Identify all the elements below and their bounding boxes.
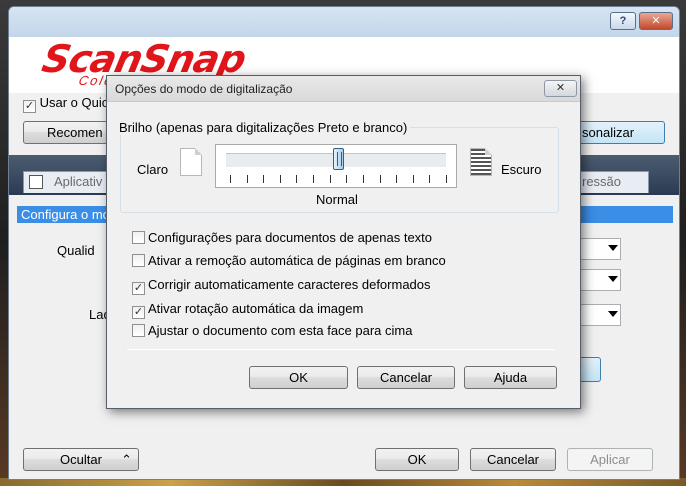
option-text-only[interactable]: Configurações para documentos de apenas … <box>132 230 432 246</box>
option-face-up-label: Ajustar o documento com esta face para c… <box>148 323 413 338</box>
option-face-up-checkbox[interactable] <box>132 324 145 337</box>
slider-tick <box>246 175 248 183</box>
dialog-ok-button[interactable]: OK <box>249 366 348 389</box>
brightness-value-label: Normal <box>316 192 358 207</box>
quality-select[interactable] <box>579 238 621 260</box>
dialog-separator <box>127 349 555 350</box>
slider-tick <box>446 175 447 183</box>
customize-button[interactable]: sonalizar <box>577 121 665 144</box>
slider-tick <box>346 175 348 183</box>
option-auto-rotation[interactable]: ✓ Ativar rotação automática da imagem <box>132 301 364 319</box>
option-auto-rotation-checkbox[interactable]: ✓ <box>132 306 145 319</box>
chevron-down-icon <box>608 311 618 317</box>
option-button[interactable] <box>579 357 601 382</box>
quality-label: Qualid <box>57 243 95 258</box>
quick-menu-option[interactable]: ✓ Usar o Quic <box>23 95 108 113</box>
option-correct-characters-checkbox[interactable]: ✓ <box>132 282 145 295</box>
dialog-title: Opções do modo de digitalização <box>115 82 293 96</box>
chevron-up-icon: ⌃ <box>121 452 132 467</box>
main-ok-button[interactable]: OK <box>375 448 459 471</box>
slider-tick <box>313 175 315 183</box>
main-cancel-button[interactable]: Cancelar <box>470 448 556 471</box>
light-label: Claro <box>137 162 169 177</box>
application-icon <box>29 175 43 189</box>
option-blank-page-removal[interactable]: Ativar a remoção automática de páginas e… <box>132 253 446 269</box>
slider-tick <box>279 175 281 183</box>
help-button[interactable]: ? <box>610 12 636 30</box>
tab-application-label: Aplicativ <box>54 174 103 189</box>
dark-document-icon <box>470 148 492 176</box>
option-face-up[interactable]: Ajustar o documento com esta face para c… <box>132 323 412 339</box>
side-select[interactable] <box>579 304 621 326</box>
slider-tick <box>396 175 398 183</box>
scan-mode-options-dialog: Opções do modo de digitalização ✕ Brilho… <box>106 75 581 409</box>
dialog-help-button[interactable]: Ajuda <box>464 366 557 389</box>
main-titlebar: ? ✕ <box>9 7 679 37</box>
dark-label: Escuro <box>501 162 542 177</box>
option-text-only-checkbox[interactable] <box>132 231 145 244</box>
option-auto-rotation-label: Ativar rotação automática da imagem <box>148 301 364 316</box>
slider-tick <box>379 175 381 183</box>
quick-menu-label: Usar o Quic <box>39 95 109 110</box>
slider-thumb[interactable] <box>333 148 344 170</box>
dialog-titlebar: Opções do modo de digitalização ✕ <box>107 76 580 102</box>
apply-button[interactable]: Aplicar <box>567 448 653 471</box>
hide-button-label: Ocultar <box>60 452 102 467</box>
brightness-slider[interactable] <box>215 144 457 188</box>
slider-tick <box>329 175 331 183</box>
tab-compression[interactable]: ressão <box>575 171 649 193</box>
slider-tick <box>263 175 265 183</box>
tab-compression-label: ressão <box>582 174 622 189</box>
chevron-down-icon <box>608 276 618 282</box>
slider-tick <box>230 175 231 183</box>
brightness-group-label: Brilho (apenas para digitalizações Preto… <box>116 120 411 135</box>
close-button[interactable]: ✕ <box>639 12 673 30</box>
dialog-cancel-button[interactable]: Cancelar <box>357 366 455 389</box>
quick-menu-checkbox[interactable]: ✓ <box>23 100 36 113</box>
option-blank-page-removal-label: Ativar a remoção automática de páginas e… <box>148 253 446 268</box>
slider-tick <box>429 175 431 183</box>
option-correct-characters[interactable]: ✓ Corrigir automaticamente caracteres def… <box>132 277 431 295</box>
option-blank-page-removal-checkbox[interactable] <box>132 254 145 267</box>
dialog-close-button[interactable]: ✕ <box>544 80 577 97</box>
color-select[interactable] <box>579 269 621 291</box>
slider-tick <box>362 175 364 183</box>
light-document-icon <box>180 148 202 176</box>
slider-tick <box>412 175 414 183</box>
option-correct-characters-label: Corrigir automaticamente caracteres defo… <box>148 277 431 292</box>
slider-tick <box>296 175 298 183</box>
option-text-only-label: Configurações para documentos de apenas … <box>148 230 433 245</box>
hide-button[interactable]: Ocultar ⌃ <box>23 448 139 471</box>
chevron-down-icon <box>608 245 618 251</box>
